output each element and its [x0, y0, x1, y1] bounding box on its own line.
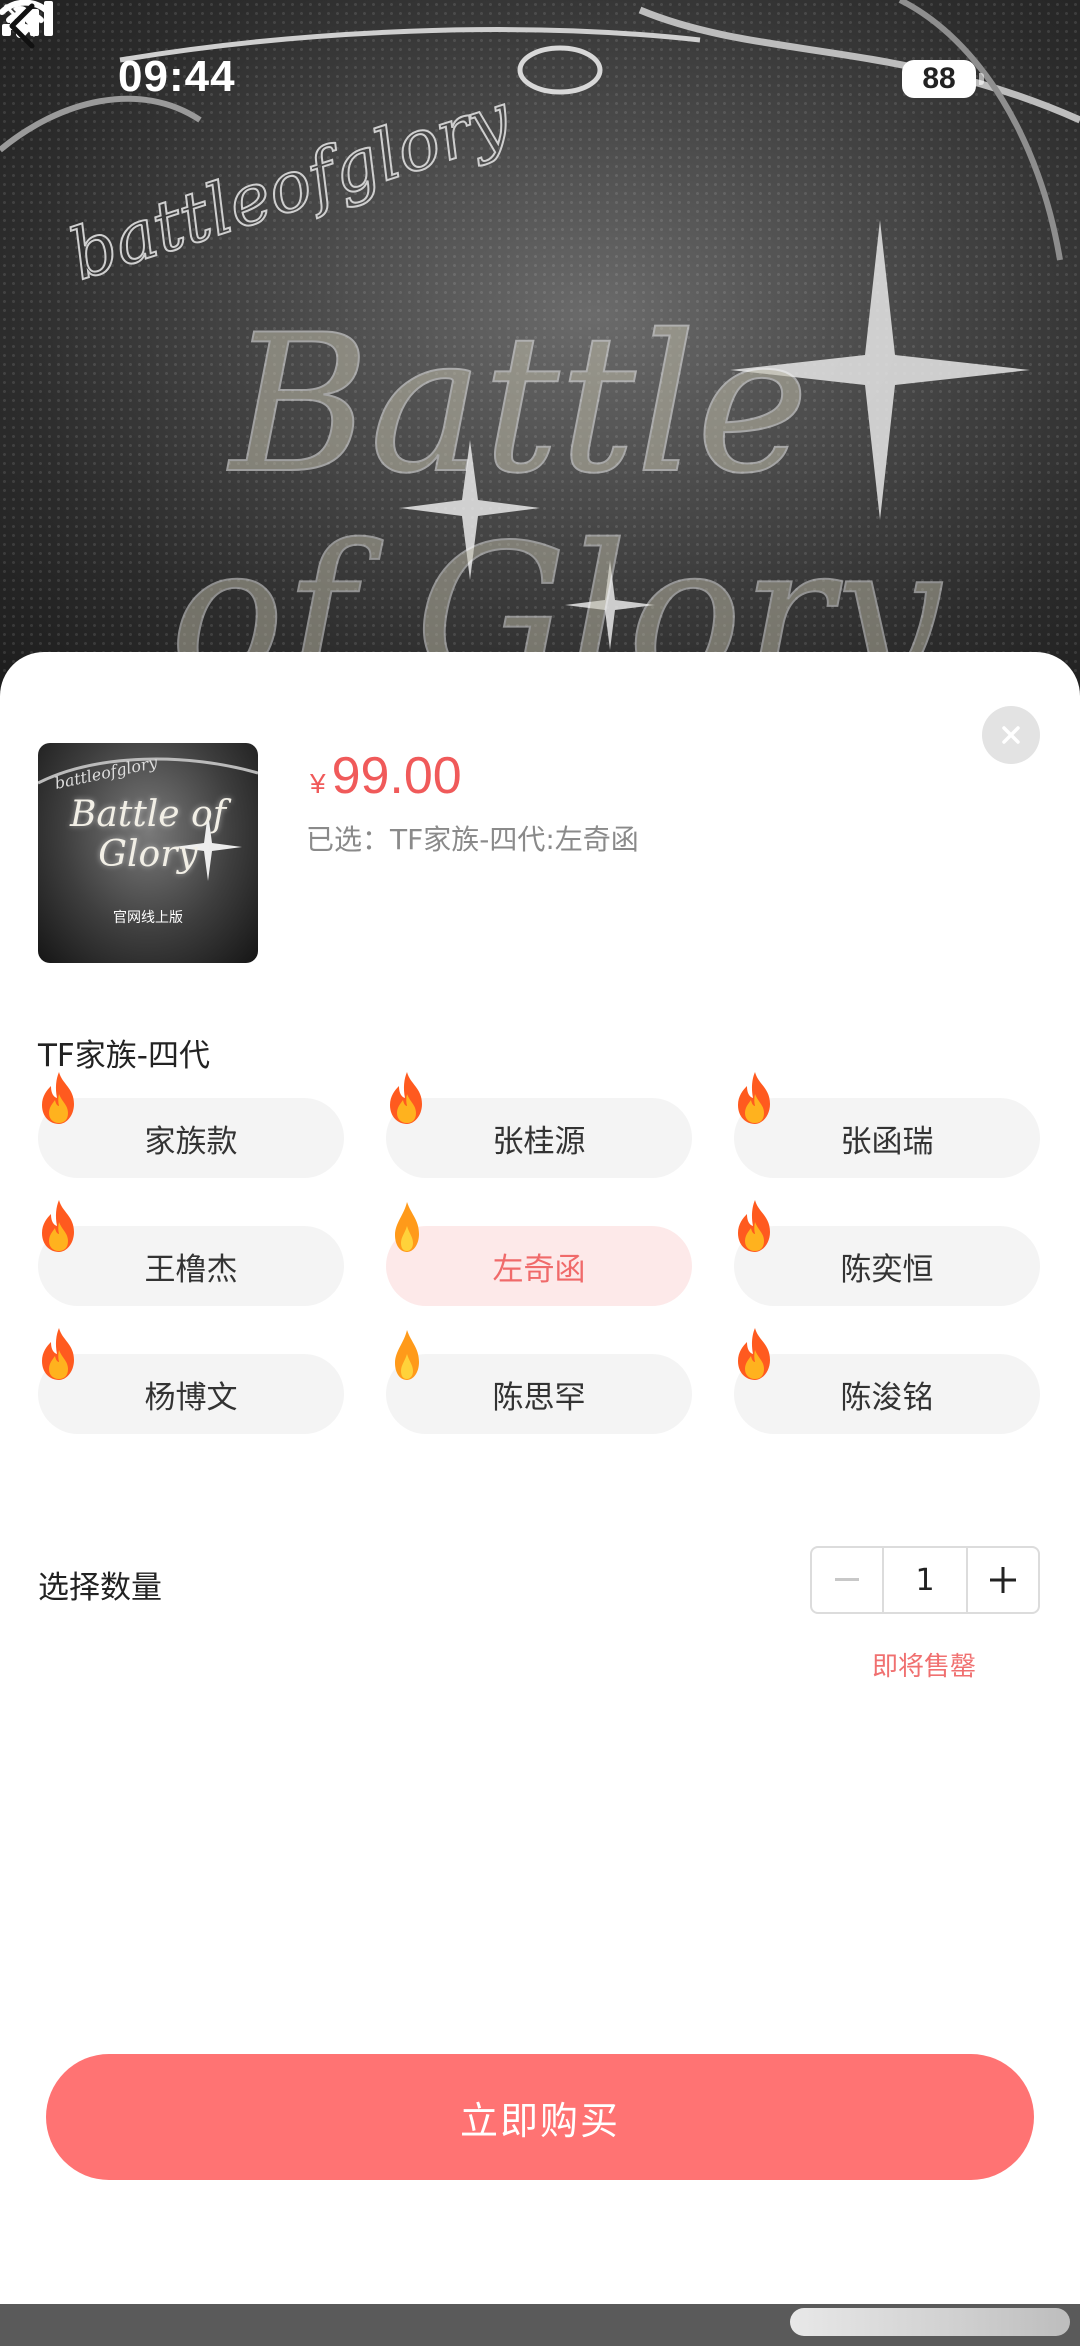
- fire-icon: [390, 1072, 422, 1124]
- fire-icon: [42, 1328, 74, 1380]
- minus-icon: [835, 1578, 859, 1581]
- variant-option-label: 王橹杰: [144, 1251, 238, 1288]
- variant-option[interactable]: 张函瑞: [734, 1098, 1040, 1178]
- svg-text:battleofglory: battleofglory: [53, 752, 160, 793]
- variant-option[interactable]: 左奇函: [386, 1226, 692, 1306]
- variant-option-label: 家族款: [144, 1123, 238, 1160]
- variant-option[interactable]: 杨博文: [38, 1354, 344, 1434]
- svg-text:battleofglory: battleofglory: [60, 77, 521, 297]
- price-value: 99.00: [331, 747, 462, 805]
- quantity-stepper: 1: [810, 1546, 1040, 1614]
- plus-icon: [990, 1567, 1016, 1593]
- thumbnail-subtitle: 官网线上版: [113, 910, 183, 926]
- bottom-smudge: [790, 2308, 1070, 2336]
- fire-icon: [42, 1072, 74, 1124]
- selected-variant-text: 已选：TF家族-四代:左奇函: [306, 823, 639, 856]
- fire-icon: [738, 1200, 770, 1252]
- banner-artwork: battleofglory Battle of Glory: [0, 0, 1080, 700]
- quantity-label: 选择数量: [38, 1570, 162, 1606]
- variant-option-label: 陈奕恒: [840, 1251, 934, 1288]
- variant-group-title: TF家族-四代: [38, 1038, 210, 1074]
- variant-option[interactable]: 陈思罕: [386, 1354, 692, 1434]
- product-thumbnail: battleofglory Battle of Glory 官网线上版: [38, 743, 258, 963]
- status-time: 09:44: [118, 52, 236, 101]
- battery-indicator: 88: [902, 60, 984, 98]
- svg-text:Battle: Battle: [227, 294, 809, 515]
- fire-icon: [395, 1330, 419, 1380]
- product-banner: battleofglory Battle of Glory 09:44 88: [0, 0, 1080, 700]
- fire-icon: [738, 1072, 770, 1124]
- fire-icon: [738, 1328, 770, 1380]
- quantity-value[interactable]: 1: [882, 1548, 968, 1612]
- thumbnail-title: Battle of Glory: [69, 794, 227, 875]
- bottom-bar: [0, 2304, 1080, 2346]
- buy-now-button[interactable]: 立即购买: [46, 2054, 1034, 2180]
- variant-option[interactable]: 陈奕恒: [734, 1226, 1040, 1306]
- variant-option-label: 杨博文: [144, 1379, 238, 1416]
- price-currency: ¥: [310, 768, 326, 799]
- variant-option-label: 陈浚铭: [840, 1379, 934, 1416]
- variant-option[interactable]: 家族款: [38, 1098, 344, 1178]
- variant-option-label: 左奇函: [492, 1251, 586, 1288]
- quantity-decrease-button[interactable]: [812, 1548, 882, 1612]
- price: ¥ 99.00: [310, 746, 462, 806]
- variant-option-label: 张函瑞: [840, 1123, 934, 1160]
- variant-option[interactable]: 张桂源: [386, 1098, 692, 1178]
- sku-selector-sheet: battleofglory Battle of Glory 官网线上版 ¥ 99…: [0, 652, 1080, 2304]
- fire-icon: [42, 1200, 74, 1252]
- variant-option-label: 陈思罕: [492, 1379, 586, 1416]
- quantity-increase-button[interactable]: [968, 1548, 1038, 1612]
- fire-icon: [395, 1202, 419, 1252]
- variant-option-label: 张桂源: [492, 1123, 586, 1160]
- back-button[interactable]: [0, 0, 46, 52]
- close-button[interactable]: [982, 706, 1040, 764]
- stock-note: 即将售罄: [872, 1652, 977, 1682]
- variant-option[interactable]: 陈浚铭: [734, 1354, 1040, 1434]
- variant-option[interactable]: 王橹杰: [38, 1226, 344, 1306]
- close-icon: [1002, 726, 1020, 744]
